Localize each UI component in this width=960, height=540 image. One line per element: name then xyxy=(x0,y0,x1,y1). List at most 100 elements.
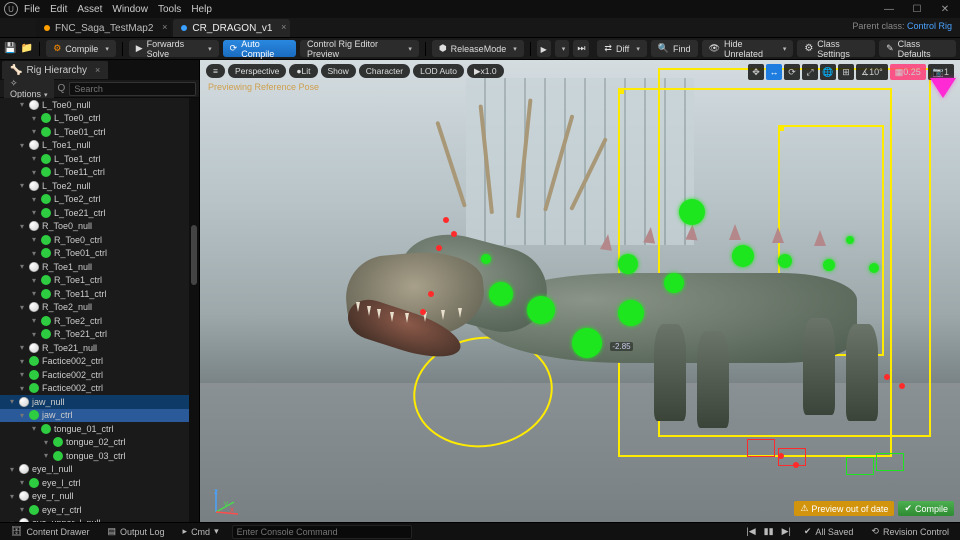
hierarchy-node[interactable]: ▾Factice002_ctrl xyxy=(0,355,199,369)
class-defaults-button[interactable]: ✎ Class Defaults xyxy=(879,40,956,57)
control-sphere[interactable] xyxy=(732,245,754,267)
hierarchy-node[interactable]: ▾tongue_01_ctrl xyxy=(0,422,199,436)
hierarchy-node[interactable]: ▾L_Toe01_ctrl xyxy=(0,125,199,139)
menu-edit[interactable]: Edit xyxy=(50,4,67,15)
menu-file[interactable]: File xyxy=(24,4,40,15)
foot-control-box[interactable] xyxy=(876,453,904,471)
rotate-mode-icon[interactable]: ⟳ xyxy=(784,64,800,80)
hierarchy-node[interactable]: ▾Factice002_ctrl xyxy=(0,368,199,382)
hierarchy-node[interactable]: ▾L_Toe2_ctrl xyxy=(0,193,199,207)
hide-unrelated-button[interactable]: 👁 Hide Unrelated xyxy=(702,40,794,57)
tab-close-icon[interactable]: × xyxy=(162,22,167,32)
browse-icon[interactable]: 📁 xyxy=(21,42,34,56)
hierarchy-node[interactable]: ▾jaw_ctrl xyxy=(0,409,199,423)
expand-arrow-icon[interactable]: ▾ xyxy=(20,478,28,487)
hierarchy-node[interactable]: ▾R_Toe0_ctrl xyxy=(0,233,199,247)
translate-mode-icon[interactable]: ↔ xyxy=(766,64,782,80)
hierarchy-node[interactable]: ▾eye_r_null xyxy=(0,490,199,504)
expand-arrow-icon[interactable]: ▾ xyxy=(32,249,40,258)
skip-button[interactable]: ⏭ xyxy=(573,40,589,57)
solve-direction-button[interactable]: ▶ Forwards Solve xyxy=(129,40,219,57)
hierarchy-node[interactable]: ▾R_Toe1_ctrl xyxy=(0,274,199,288)
coord-space-icon[interactable]: 🌐 xyxy=(820,64,836,80)
playback-speed-button[interactable]: ▶ x1.0 xyxy=(467,64,504,78)
cmd-dropdown[interactable]: ▸ Cmd ▾ xyxy=(178,525,224,538)
hierarchy-node[interactable]: ▾R_Toe1_null xyxy=(0,260,199,274)
hierarchy-tree[interactable]: ▾L_Toe0_null▾L_Toe0_ctrl▾L_Toe01_ctrl▾L_… xyxy=(0,98,199,522)
find-button[interactable]: 🔍 Find xyxy=(651,40,698,57)
expand-arrow-icon[interactable]: ▾ xyxy=(20,262,28,271)
play-button[interactable] xyxy=(537,40,551,57)
hierarchy-node[interactable]: ▾L_Toe21_ctrl xyxy=(0,206,199,220)
viewport[interactable]: -2.85 ≡ Perspective ● Lit Show Character… xyxy=(200,60,960,522)
revision-control-button[interactable]: ⟲ Revision Control xyxy=(866,525,954,538)
hierarchy-node[interactable]: ▾tongue_03_ctrl xyxy=(0,449,199,463)
content-drawer-button[interactable]: 🗄 Content Drawer xyxy=(6,525,94,538)
expand-arrow-icon[interactable]: ▾ xyxy=(32,168,40,177)
expand-arrow-icon[interactable]: ▾ xyxy=(20,343,28,352)
options-dropdown[interactable]: ✧ Options xyxy=(4,77,54,100)
play-options-button[interactable] xyxy=(555,40,570,57)
expand-arrow-icon[interactable]: ▾ xyxy=(44,451,52,460)
expand-arrow-icon[interactable]: ▾ xyxy=(10,465,18,474)
expand-arrow-icon[interactable]: ▾ xyxy=(32,195,40,204)
hierarchy-node[interactable]: ▾L_Toe0_ctrl xyxy=(0,112,199,126)
expand-arrow-icon[interactable]: ▾ xyxy=(10,397,18,406)
hierarchy-node[interactable]: ▾R_Toe2_null xyxy=(0,301,199,315)
snap-grid-icon[interactable]: ⊞ xyxy=(838,64,854,80)
expand-arrow-icon[interactable]: ▾ xyxy=(20,303,28,312)
expand-arrow-icon[interactable]: ▾ xyxy=(20,100,28,109)
hierarchy-node[interactable]: ▾L_Toe0_null xyxy=(0,98,199,112)
class-settings-button[interactable]: Class Settings xyxy=(797,40,875,57)
scrollbar[interactable] xyxy=(189,98,199,522)
transport-pause-icon[interactable]: ▮▮ xyxy=(764,526,774,537)
save-icon[interactable]: 💾 xyxy=(4,42,17,56)
expand-arrow-icon[interactable]: ▾ xyxy=(32,235,40,244)
all-saved-indicator[interactable]: ✔ All Saved xyxy=(799,525,859,538)
hierarchy-node[interactable]: ▾Factice002_ctrl xyxy=(0,382,199,396)
select-mode-icon[interactable]: ✥ xyxy=(748,64,764,80)
expand-arrow-icon[interactable]: ▾ xyxy=(32,208,40,217)
expand-arrow-icon[interactable]: ▾ xyxy=(10,519,18,522)
output-log-button[interactable]: ▤ Output Log xyxy=(102,525,169,538)
viewport-compile-button[interactable]: ✔ Compile xyxy=(898,501,954,516)
expand-arrow-icon[interactable]: ▾ xyxy=(32,154,40,163)
foot-control-box[interactable] xyxy=(846,457,874,475)
hierarchy-node[interactable]: ▾tongue_02_ctrl xyxy=(0,436,199,450)
snap-angle-button[interactable]: ∡ 10° xyxy=(856,64,888,80)
nav-cube-icon[interactable] xyxy=(930,78,956,100)
control-handle[interactable] xyxy=(451,231,457,237)
expand-arrow-icon[interactable]: ▾ xyxy=(20,181,28,190)
diff-button[interactable]: ⇄ Diff xyxy=(597,40,646,57)
control-sphere[interactable] xyxy=(778,254,792,268)
hierarchy-node[interactable]: ▾R_Toe11_ctrl xyxy=(0,287,199,301)
expand-arrow-icon[interactable]: ▾ xyxy=(32,114,40,123)
control-handle[interactable] xyxy=(436,245,442,251)
hierarchy-node[interactable]: ▾L_Toe1_ctrl xyxy=(0,152,199,166)
expand-arrow-icon[interactable]: ▾ xyxy=(20,505,28,514)
tab-close-icon[interactable]: × xyxy=(281,22,286,32)
hierarchy-search-input[interactable] xyxy=(69,82,196,96)
parent-class-link[interactable]: Control Rig xyxy=(907,21,952,31)
lit-button[interactable]: ● Lit xyxy=(289,64,317,78)
expand-arrow-icon[interactable]: ▾ xyxy=(32,276,40,285)
hierarchy-node[interactable]: ▾R_Toe01_ctrl xyxy=(0,247,199,261)
expand-arrow-icon[interactable]: ▾ xyxy=(20,357,28,366)
expand-arrow-icon[interactable]: ▾ xyxy=(44,438,52,447)
control-handle[interactable] xyxy=(428,291,434,297)
release-mode-button[interactable]: ⬢ ReleaseMode xyxy=(432,40,524,57)
close-button[interactable]: ✕ xyxy=(934,2,956,16)
expand-arrow-icon[interactable]: ▾ xyxy=(32,316,40,325)
compile-button[interactable]: ⚙Compile xyxy=(46,40,116,57)
menu-help[interactable]: Help xyxy=(191,4,212,15)
menu-asset[interactable]: Asset xyxy=(77,4,102,15)
control-sphere[interactable] xyxy=(679,199,705,225)
minimize-button[interactable]: — xyxy=(878,2,900,16)
expand-arrow-icon[interactable]: ▾ xyxy=(20,411,28,420)
hierarchy-node[interactable]: ▾L_Toe1_null xyxy=(0,139,199,153)
control-sphere[interactable] xyxy=(527,296,555,324)
document-tab[interactable]: FNC_Saga_TestMap2 × xyxy=(36,19,171,37)
expand-arrow-icon[interactable]: ▾ xyxy=(20,370,28,379)
menu-window[interactable]: Window xyxy=(112,4,148,15)
foot-control-box[interactable] xyxy=(778,448,806,466)
